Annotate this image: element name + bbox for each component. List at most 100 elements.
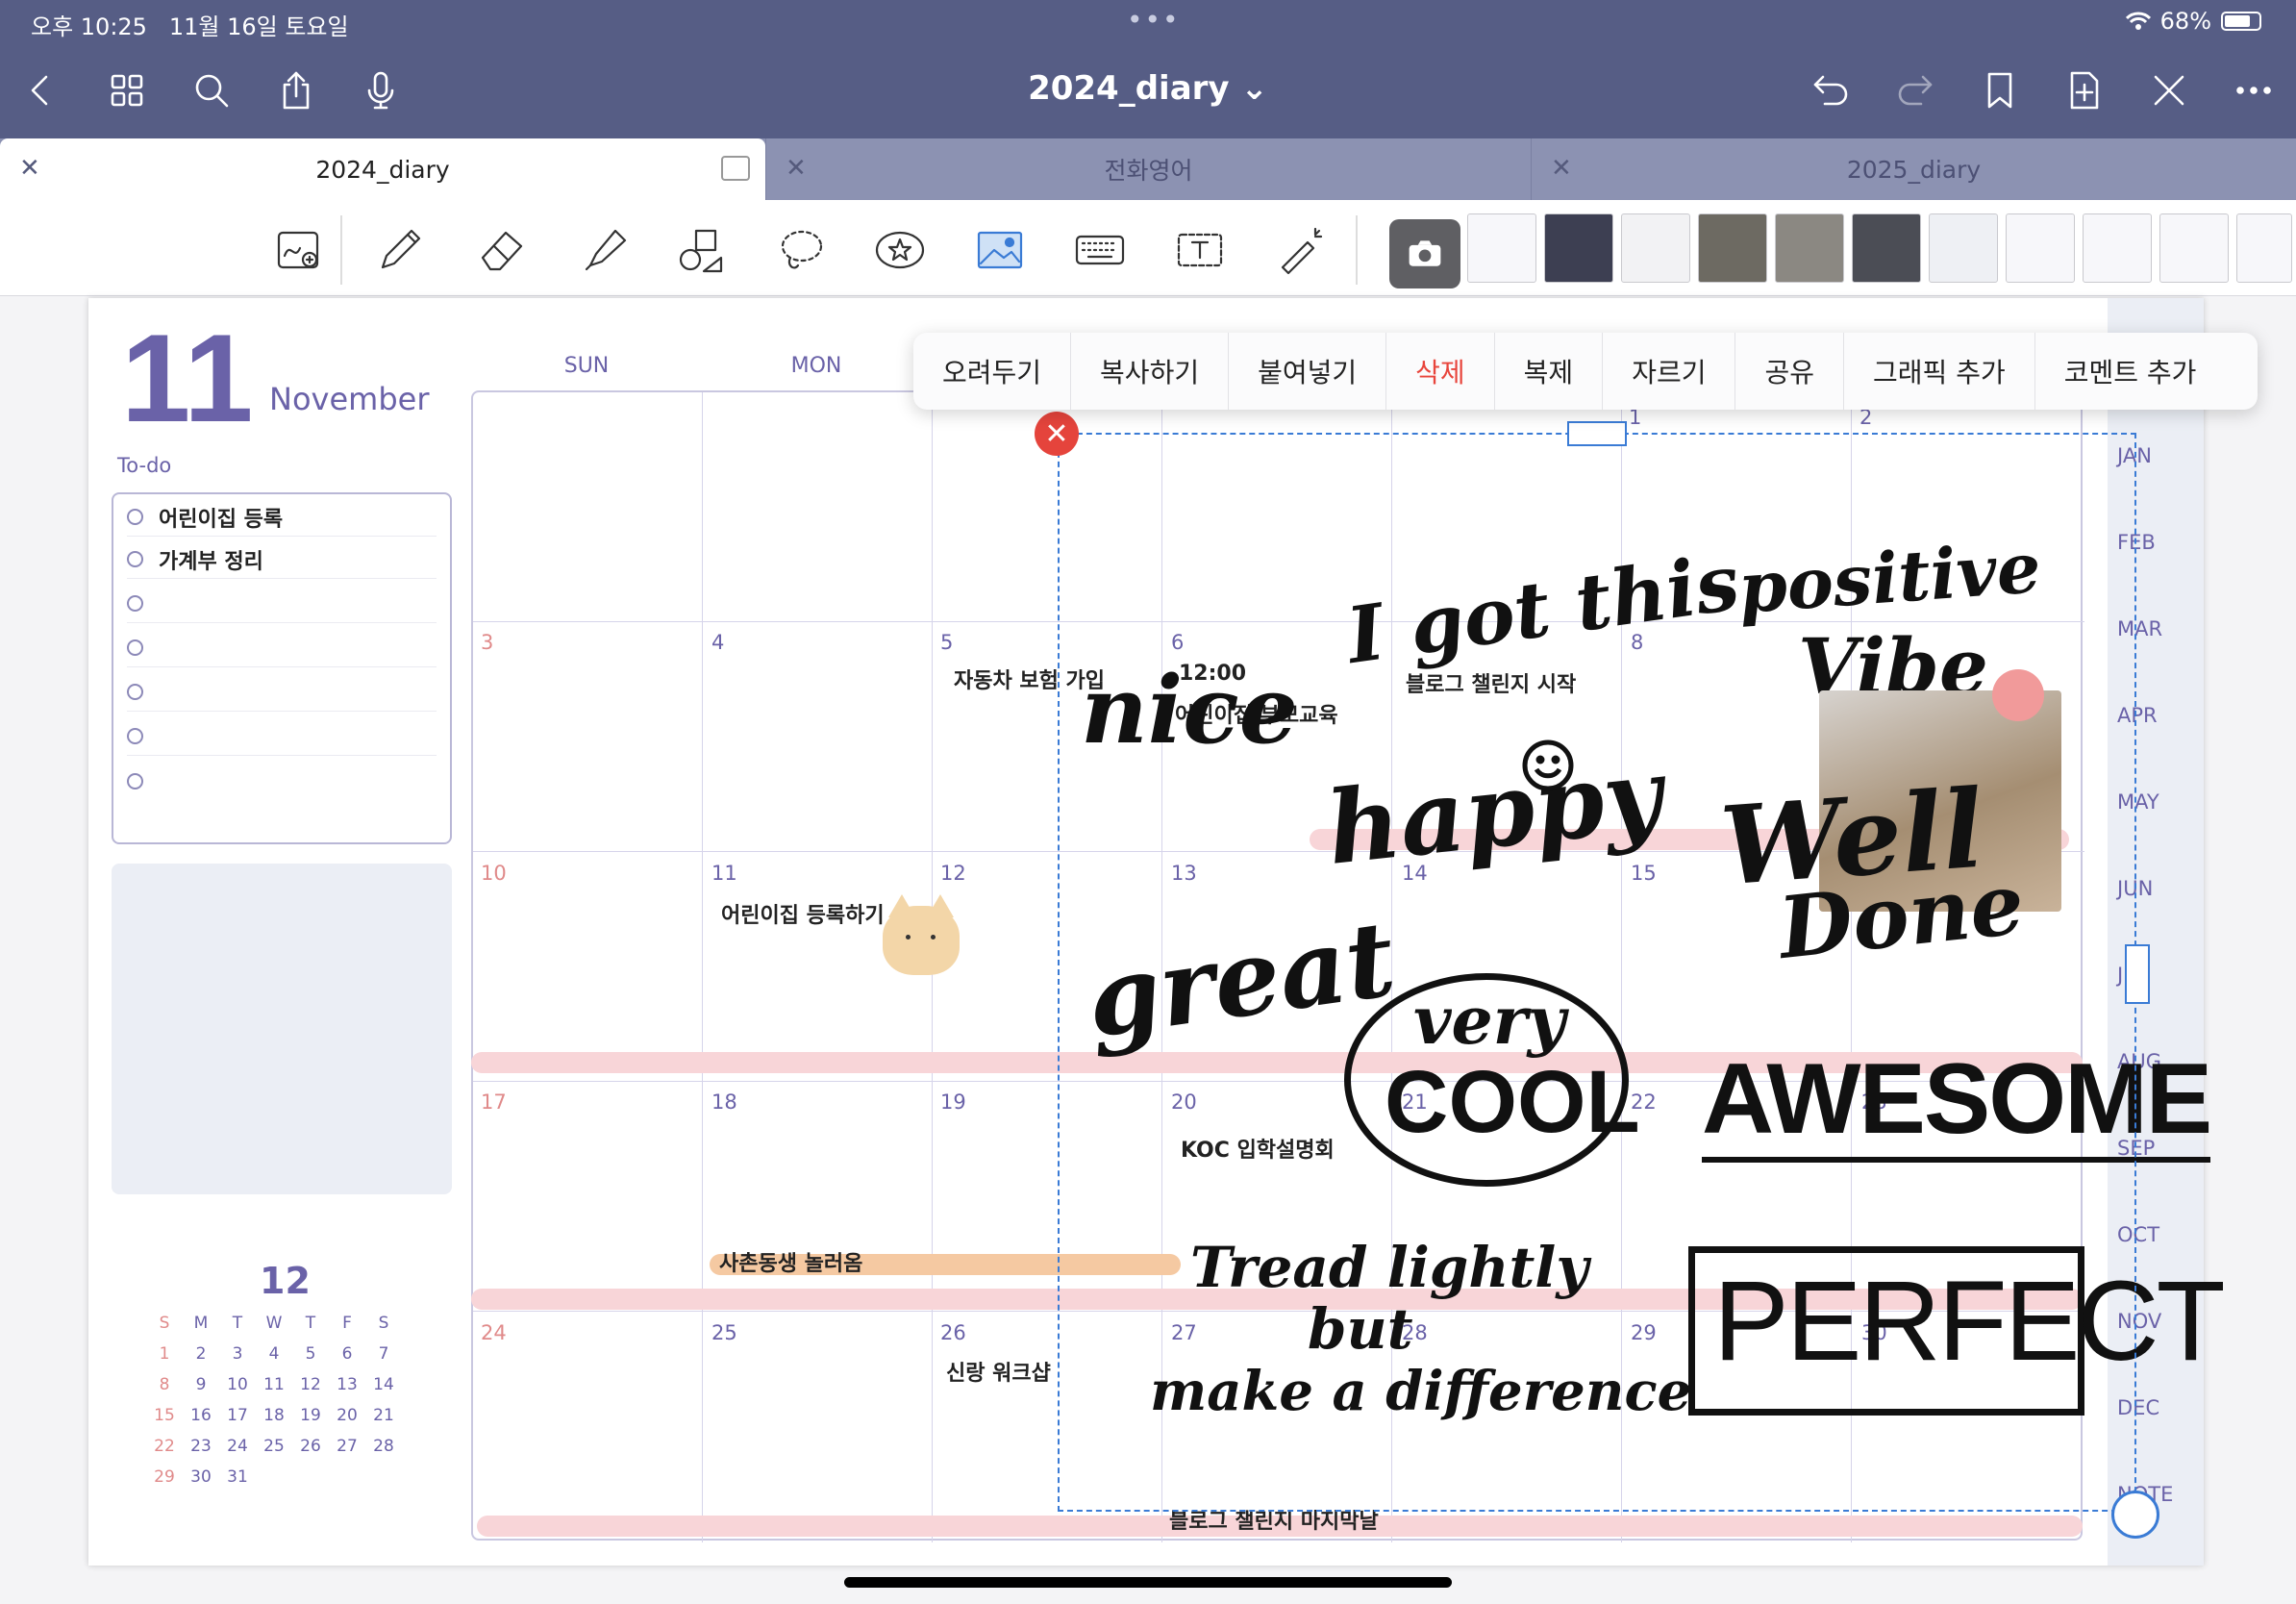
day-number[interactable]: 24: [481, 1321, 507, 1344]
selection-box[interactable]: [1058, 433, 2136, 1512]
menu-copy[interactable]: 복사하기: [1071, 333, 1230, 410]
document-title-dropdown[interactable]: 2024_diary ⌄: [1000, 69, 1296, 108]
mini-calendar-day[interactable]: 29: [146, 1467, 183, 1487]
mini-calendar-day[interactable]: 9: [183, 1375, 219, 1394]
textbox-tool[interactable]: [1167, 217, 1233, 283]
day-number[interactable]: 10: [481, 862, 507, 885]
day-number[interactable]: 25: [711, 1321, 737, 1344]
shape-tool[interactable]: [669, 217, 735, 283]
mini-calendar-day[interactable]: 28: [365, 1437, 402, 1456]
mini-calendar-day[interactable]: 2: [183, 1344, 219, 1364]
todo-item[interactable]: [127, 585, 437, 623]
recent-image-thumb[interactable]: [1929, 213, 1998, 283]
event-text[interactable]: 사촌동생 놀러옴: [719, 1246, 862, 1277]
todo-checkbox[interactable]: [127, 509, 143, 525]
rotate-handle[interactable]: [2111, 1491, 2159, 1539]
event-text[interactable]: 어린이집 등록하기: [721, 898, 885, 929]
todo-item[interactable]: [127, 717, 437, 756]
todo-item[interactable]: [127, 629, 437, 667]
microphone-button[interactable]: [354, 63, 408, 117]
menu-paste[interactable]: 붙여넣기: [1229, 333, 1387, 410]
home-indicator[interactable]: [844, 1577, 1452, 1588]
remove-selection-button[interactable]: ✕: [1035, 412, 1079, 456]
day-number[interactable]: 3: [481, 631, 493, 654]
close-tab-icon[interactable]: ✕: [786, 154, 807, 183]
day-number[interactable]: 4: [711, 631, 724, 654]
day-number[interactable]: 26: [940, 1321, 966, 1344]
mini-calendar-day[interactable]: 10: [219, 1375, 256, 1394]
keyboard-tool[interactable]: [1067, 217, 1133, 283]
close-tab-icon[interactable]: ✕: [19, 154, 40, 183]
menu-delete[interactable]: 삭제: [1386, 333, 1495, 410]
mini-calendar-day[interactable]: 13: [329, 1375, 365, 1394]
multitask-dots[interactable]: •••: [1127, 4, 1181, 36]
recent-image-thumb[interactable]: [1852, 213, 1921, 283]
camera-button[interactable]: [1389, 219, 1460, 288]
recent-image-thumb[interactable]: [1544, 213, 1613, 283]
day-number[interactable]: 19: [940, 1090, 966, 1114]
resize-handle-right[interactable]: [2125, 944, 2150, 1004]
back-button[interactable]: [13, 63, 67, 117]
todo-item[interactable]: [127, 762, 437, 800]
tab-2025-diary[interactable]: ✕ 2025_diary: [1531, 138, 2296, 200]
todo-checkbox[interactable]: [127, 772, 143, 789]
mini-calendar-day[interactable]: 8: [146, 1375, 183, 1394]
resize-handle-top[interactable]: [1567, 421, 1627, 446]
mini-calendar-day[interactable]: 4: [256, 1344, 292, 1364]
day-number[interactable]: 17: [481, 1090, 507, 1114]
mini-calendar-day[interactable]: 17: [219, 1406, 256, 1425]
recent-image-thumb[interactable]: [1621, 213, 1690, 283]
mini-calendar-day[interactable]: 26: [292, 1437, 329, 1456]
close-tab-icon[interactable]: ✕: [1551, 154, 1572, 183]
tab-phone-english[interactable]: ✕ 전화영어: [765, 138, 1531, 200]
day-number[interactable]: 11: [711, 862, 737, 885]
mini-calendar-day[interactable]: 30: [183, 1467, 219, 1487]
mini-calendar-day[interactable]: 25: [256, 1437, 292, 1456]
undo-button[interactable]: [1804, 63, 1858, 117]
day-number[interactable]: 5: [940, 631, 953, 654]
add-page-button[interactable]: [2058, 63, 2111, 117]
share-button[interactable]: [269, 63, 323, 117]
mini-calendar-day[interactable]: 3: [219, 1344, 256, 1364]
mini-calendar-day[interactable]: 19: [292, 1406, 329, 1425]
pen-tool[interactable]: [367, 217, 433, 283]
mini-calendar-day[interactable]: 15: [146, 1406, 183, 1425]
day-number[interactable]: 12: [940, 862, 966, 885]
mini-calendar-day[interactable]: 31: [219, 1467, 256, 1487]
highlighter-tool[interactable]: [571, 217, 636, 283]
mini-calendar-day[interactable]: 22: [146, 1437, 183, 1456]
split-view-icon[interactable]: [721, 156, 750, 181]
mini-calendar-month[interactable]: 12: [260, 1260, 311, 1302]
mini-calendar-day[interactable]: 7: [365, 1344, 402, 1364]
mini-calendar-day[interactable]: 5: [292, 1344, 329, 1364]
mini-calendar-day[interactable]: 20: [329, 1406, 365, 1425]
mini-calendar-day[interactable]: 14: [365, 1375, 402, 1394]
recent-image-thumb[interactable]: [1467, 213, 1536, 283]
laser-pointer-tool[interactable]: [1267, 217, 1333, 283]
todo-item[interactable]: [127, 673, 437, 712]
grid-view-button[interactable]: [100, 63, 154, 117]
sticker-tool[interactable]: [867, 217, 933, 283]
todo-item[interactable]: 어린이집 등록: [127, 498, 437, 537]
mini-calendar-day[interactable]: 27: [329, 1437, 365, 1456]
search-button[interactable]: [185, 63, 238, 117]
bookmark-button[interactable]: [1973, 63, 2027, 117]
menu-cut[interactable]: 오려두기: [913, 333, 1072, 410]
todo-checkbox[interactable]: [127, 728, 143, 744]
mini-calendar-day[interactable]: 6: [329, 1344, 365, 1364]
notes-box[interactable]: [112, 864, 452, 1194]
todo-checkbox[interactable]: [127, 551, 143, 567]
recent-image-thumb[interactable]: [1698, 213, 1767, 283]
menu-add-comment[interactable]: 코멘트 추가: [2035, 333, 2226, 410]
mini-calendar-day[interactable]: 18: [256, 1406, 292, 1425]
recent-image-thumb[interactable]: [2236, 213, 2292, 283]
mini-calendar-day[interactable]: 23: [183, 1437, 219, 1456]
recent-image-thumb[interactable]: [2006, 213, 2075, 283]
mini-calendar-day[interactable]: 11: [256, 1375, 292, 1394]
eraser-tool[interactable]: [469, 217, 535, 283]
mini-calendar-day[interactable]: 12: [292, 1375, 329, 1394]
todo-checkbox[interactable]: [127, 639, 143, 656]
redo-button[interactable]: [1888, 63, 1942, 117]
mini-calendar-day[interactable]: 24: [219, 1437, 256, 1456]
menu-add-graphic[interactable]: 그래픽 추가: [1844, 333, 2035, 410]
